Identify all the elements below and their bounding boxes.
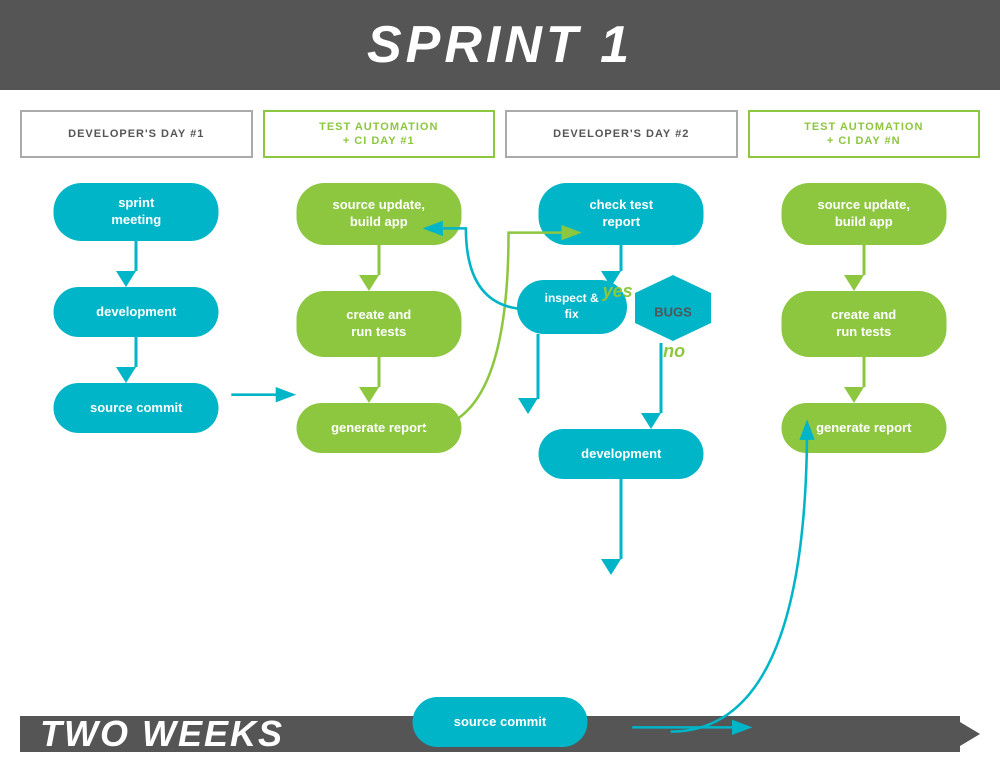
no-label: no bbox=[663, 341, 685, 362]
node-sprint-meeting: sprint meeting bbox=[54, 183, 219, 241]
node-development-1: development bbox=[54, 287, 219, 337]
node-source-update-1: source update, build app bbox=[296, 183, 461, 245]
column-dev-day-2: DEVELOPER'S DAY #2 check test report BUG… bbox=[505, 110, 738, 690]
node-create-run-tests-n: create and run tests bbox=[781, 291, 946, 357]
timeline-arrow-icon bbox=[950, 716, 980, 752]
node-source-commit-2: source commit bbox=[413, 697, 588, 747]
flow-test-auto-1: source update, build app create and run … bbox=[263, 173, 496, 690]
yes-label: yes bbox=[603, 281, 633, 302]
node-development-2: development bbox=[539, 429, 704, 479]
page-header: SPRINT 1 bbox=[0, 0, 1000, 90]
node-generate-report-n: generate report bbox=[781, 403, 946, 453]
node-source-commit-1: source commit bbox=[54, 383, 219, 433]
svg-text:BUGS: BUGS bbox=[654, 304, 692, 319]
column-test-auto-1: TEST AUTOMATION + CI DAY #1 source updat… bbox=[263, 110, 496, 690]
timeline-label: TWO WEEKS bbox=[40, 713, 284, 755]
node-source-update-n: source update, build app bbox=[781, 183, 946, 245]
bugs-diamond: BUGS bbox=[633, 273, 713, 348]
column-dev-day-1: DEVELOPER'S DAY #1 sprint meeting develo… bbox=[20, 110, 253, 690]
flow-dev-day-2: check test report BUGS inspect & fix bbox=[505, 173, 738, 690]
node-create-run-tests-1: create and run tests bbox=[296, 291, 461, 357]
diagram-columns: DEVELOPER'S DAY #1 sprint meeting develo… bbox=[20, 110, 980, 690]
col-header-dev-day-2: DEVELOPER'S DAY #2 bbox=[505, 110, 738, 158]
column-test-auto-n: TEST AUTOMATION + CI DAY #N source updat… bbox=[748, 110, 981, 690]
flow-dev-day-1: sprint meeting development source commit bbox=[20, 173, 253, 690]
page-title: SPRINT 1 bbox=[367, 15, 633, 75]
flow-test-auto-n: source update, build app create and run … bbox=[748, 173, 981, 690]
col-header-dev-day-1: DEVELOPER'S DAY #1 bbox=[20, 110, 253, 158]
col-header-test-auto-n: TEST AUTOMATION + CI DAY #N bbox=[748, 110, 981, 158]
node-check-test-report: check test report bbox=[539, 183, 704, 245]
main-content: DEVELOPER'S DAY #1 sprint meeting develo… bbox=[0, 90, 1000, 769]
node-generate-report-1: generate report bbox=[296, 403, 461, 453]
col-header-test-auto-1: TEST AUTOMATION + CI DAY #1 bbox=[263, 110, 496, 158]
